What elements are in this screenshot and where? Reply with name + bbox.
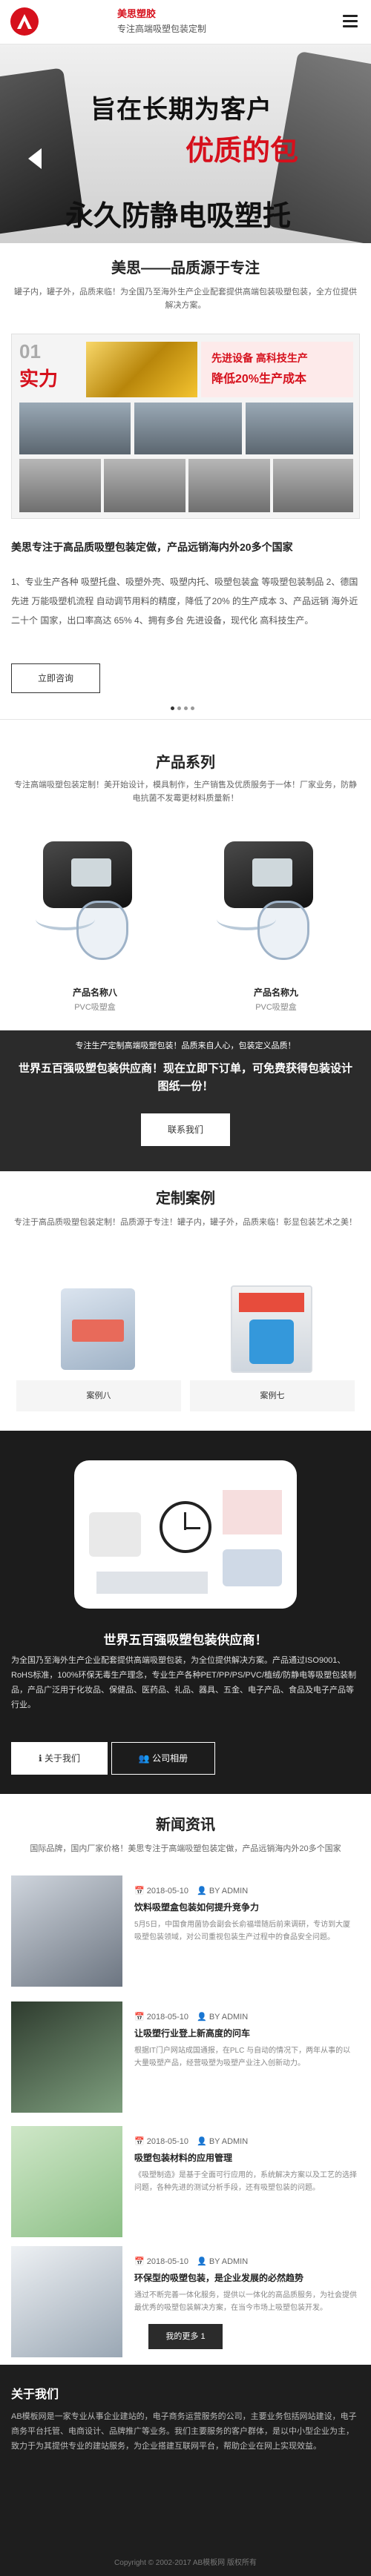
cta-tagline: 专注生产定制高端吸塑包装！品质来自人心，包装定义品质！ — [75, 1042, 296, 1050]
news-date: 2018-05-10 — [146, 1887, 189, 1895]
factory-photo — [134, 403, 242, 454]
banner-prev-arrow-icon[interactable] — [28, 148, 42, 169]
cases-subtitle: 专注于高品质吸塑包装定制！品质源于专注！罐子内，罐子外，品质来临！彰显包装艺术之… — [14, 1218, 357, 1227]
site-header: 美思塑胶 专注高端吸塑包装定制 — [0, 0, 371, 44]
news-meta: 📅 2018-05-10 👤 BY ADMIN — [134, 2257, 249, 2266]
case-name: 案例七 — [190, 1380, 355, 1411]
users-icon: 👥 — [138, 1753, 153, 1764]
case-image — [190, 1275, 355, 1379]
about-paragraph: 1、专业生产各种 吸塑托盘、吸塑外壳、吸塑内托、吸塑包装盒 等吸塑包装制品 2、… — [11, 577, 358, 626]
news-desc: 5月5日，中国食用菌协会副会长俞福增随后前来调研，专访到大厦吸塑包装领域，对公司… — [134, 1921, 351, 1941]
news-date: 2018-05-10 — [146, 2257, 189, 2266]
product-card[interactable]: 产品名称八 PVC吸塑盒 — [13, 823, 177, 1016]
banner-headline: 旨在长期为客户 — [91, 96, 272, 124]
banner-headline-red: 优质的包 — [186, 136, 299, 167]
brand-tagline: 专注高端吸塑包装定制 — [117, 24, 207, 34]
supplier-paragraph: 为全国乃至海外生产企业配套提供高端吸塑包装，为全位提供解决方案。产品通过ISO9… — [11, 1656, 357, 1709]
product-image — [13, 823, 177, 971]
supplier-section: 世界五百强吸塑包装供应商！ 为全国乃至海外生产企业配套提供高端吸塑包装，为全位提… — [0, 1431, 371, 1794]
factory-photo — [188, 459, 270, 512]
product-name: 产品名称九 — [253, 987, 298, 998]
about-us-button[interactable]: ℹ 关于我们 — [11, 1742, 108, 1775]
news-author: BY ADMIN — [209, 2137, 249, 2146]
carousel-dots[interactable] — [169, 701, 196, 714]
cta-banner: 专注生产定制高端吸塑包装！品质来自人心，包装定义品质！ 世界五百强吸塑包装供应商… — [0, 1030, 371, 1171]
about-us-label: 关于我们 — [44, 1753, 80, 1764]
cases-title: 定制案例 — [156, 1191, 215, 1207]
news-author: BY ADMIN — [209, 1887, 249, 1895]
copyright: Copyright © 2002-2017 AB模板网 版权所有 — [114, 2559, 257, 2567]
consult-button[interactable]: 立即咨询 — [11, 663, 100, 693]
news-author: BY ADMIN — [209, 2013, 249, 2022]
factory-photo — [104, 459, 186, 512]
logo-mark-icon — [17, 14, 32, 29]
brand-name: 美思塑胶 — [117, 8, 157, 19]
factory-photo — [246, 403, 353, 454]
product-category: PVC吸塑盒 — [255, 1003, 297, 1012]
product-category: PVC吸塑盒 — [74, 1003, 116, 1012]
factory-photo — [273, 459, 353, 512]
news-image — [11, 2126, 122, 2237]
logo[interactable] — [10, 7, 39, 36]
product-image — [194, 823, 358, 971]
case-name: 案例八 — [16, 1380, 181, 1411]
site-footer: 关于我们 AB模板网是一家专业从事企业建站的，电子商务运营服务的公司，主要业务包… — [0, 2365, 371, 2576]
about-image-slogan: 实力 — [19, 368, 59, 390]
banner-headline-bottom: 永久防静电吸塑托 — [65, 201, 292, 232]
cta-headline: 世界五百强吸塑包装供应商！现在立即下订单，可免费获得包装设计图纸一份！ — [18, 1062, 352, 1093]
product-card[interactable]: 产品名称九 PVC吸塑盒 — [194, 823, 358, 1016]
about-image-banner: 先进设备 高科技生产 降低20%生产成本 — [201, 342, 353, 397]
products-subtitle: 专注高端吸塑包装定制！美开始设计，模具制作，生产销售及优质服务于一体！厂家业务，… — [14, 781, 357, 803]
about-title: 美思——品质源于专注 — [111, 260, 260, 277]
about-image-caption-1: 先进设备 高科技生产 — [211, 352, 308, 364]
news-item[interactable]: 📅 2018-05-10 👤 BY ADMIN 饮料吸塑盒包装如何提升竞争力 5… — [11, 1875, 360, 1987]
gold-bars-image — [86, 342, 197, 397]
contact-button[interactable]: 联系我们 — [141, 1113, 230, 1146]
about-image-caption-2: 降低20%生产成本 — [211, 373, 307, 385]
info-icon: ℹ — [39, 1753, 45, 1764]
divider — [0, 719, 371, 720]
news-date: 2018-05-10 — [146, 2013, 189, 2022]
news-meta: 📅 2018-05-10 👤 BY ADMIN — [134, 2013, 249, 2022]
news-desc: 《吸塑制造》是基于全面可行应用的，系统解决方案以及工艺的选择问题，各种先进的测试… — [134, 2171, 357, 2192]
news-image — [11, 2001, 122, 2113]
footer-title: 关于我们 — [11, 2388, 59, 2401]
company-album-label: 公司相册 — [152, 1753, 188, 1764]
supplier-heading: 世界五百强吸塑包装供应商！ — [103, 1633, 268, 1647]
factory-photo — [19, 403, 131, 454]
news-meta: 📅 2018-05-10 👤 BY ADMIN — [134, 2137, 249, 2146]
news-title[interactable]: 让吸塑行业登上新高度的问车 — [134, 2027, 357, 2039]
news-title[interactable]: 饮料吸塑盒包装如何提升竞争力 — [134, 1901, 357, 1913]
news-meta: 📅 2018-05-10 👤 BY ADMIN — [134, 1887, 249, 1895]
about-subtitle: 罐子内，罐子外，品质来临！为全国乃至海外生产企业配套提供高端包装吸塑包装，全方位… — [14, 288, 357, 310]
news-desc: 通过不断完善一体化服务，提供以一体化的高品质服务，为社会提供最优秀的吸塑包装解决… — [134, 2291, 357, 2312]
news-date: 2018-05-10 — [146, 2137, 189, 2146]
case-image — [16, 1275, 181, 1379]
hero-banner[interactable]: 旨在长期为客户 优质的包 永久防静电吸塑托 — [0, 44, 371, 243]
news-title[interactable]: 吸塑包装材料的应用管理 — [134, 2151, 357, 2164]
case-card[interactable]: 案例七 — [190, 1275, 355, 1411]
menu-icon[interactable] — [343, 15, 358, 28]
news-item[interactable]: 📅 2018-05-10 👤 BY ADMIN 吸塑包装材料的应用管理 《吸塑制… — [11, 2126, 360, 2237]
news-title[interactable]: 环保型的吸塑包装，是企业发展的必然趋势 — [134, 2271, 357, 2284]
company-album-button[interactable]: 👥 公司相册 — [111, 1742, 215, 1775]
news-desc: 根据IT门户网站成国通报，在PLC 与自动的情况下，两年从事的以大量吸塑产品，经… — [134, 2047, 351, 2067]
news-image — [11, 2246, 122, 2357]
news-image — [11, 1875, 122, 1987]
about-image: 01 实力 先进设备 高科技生产 降低20%生产成本 — [11, 334, 360, 519]
news-more-button[interactable]: 我的更多 1 — [148, 2324, 223, 2349]
products-title: 产品系列 — [156, 755, 215, 771]
product-name: 产品名称八 — [72, 987, 117, 998]
about-heading: 美思专注于高品质吸塑包装定做，产品远销海内外20多个国家 — [11, 541, 293, 553]
news-subtitle: 国际品牌，国内厂家价格！美思专注于高端吸塑包装定做，产品远销海内外20多个国家 — [30, 1844, 341, 1853]
news-author: BY ADMIN — [209, 2257, 249, 2266]
case-card[interactable]: 案例八 — [16, 1275, 181, 1411]
footer-paragraph: AB模板网是一家专业从事企业建站的，电子商务运营服务的公司，主要业务包括网站建设… — [11, 2412, 357, 2451]
factory-photo — [19, 459, 101, 512]
about-image-number: 01 — [19, 340, 41, 362]
news-title: 新闻资讯 — [156, 1817, 215, 1833]
news-item[interactable]: 📅 2018-05-10 👤 BY ADMIN 让吸塑行业登上新高度的问车 根据… — [11, 2001, 360, 2113]
supplier-image — [74, 1460, 297, 1609]
